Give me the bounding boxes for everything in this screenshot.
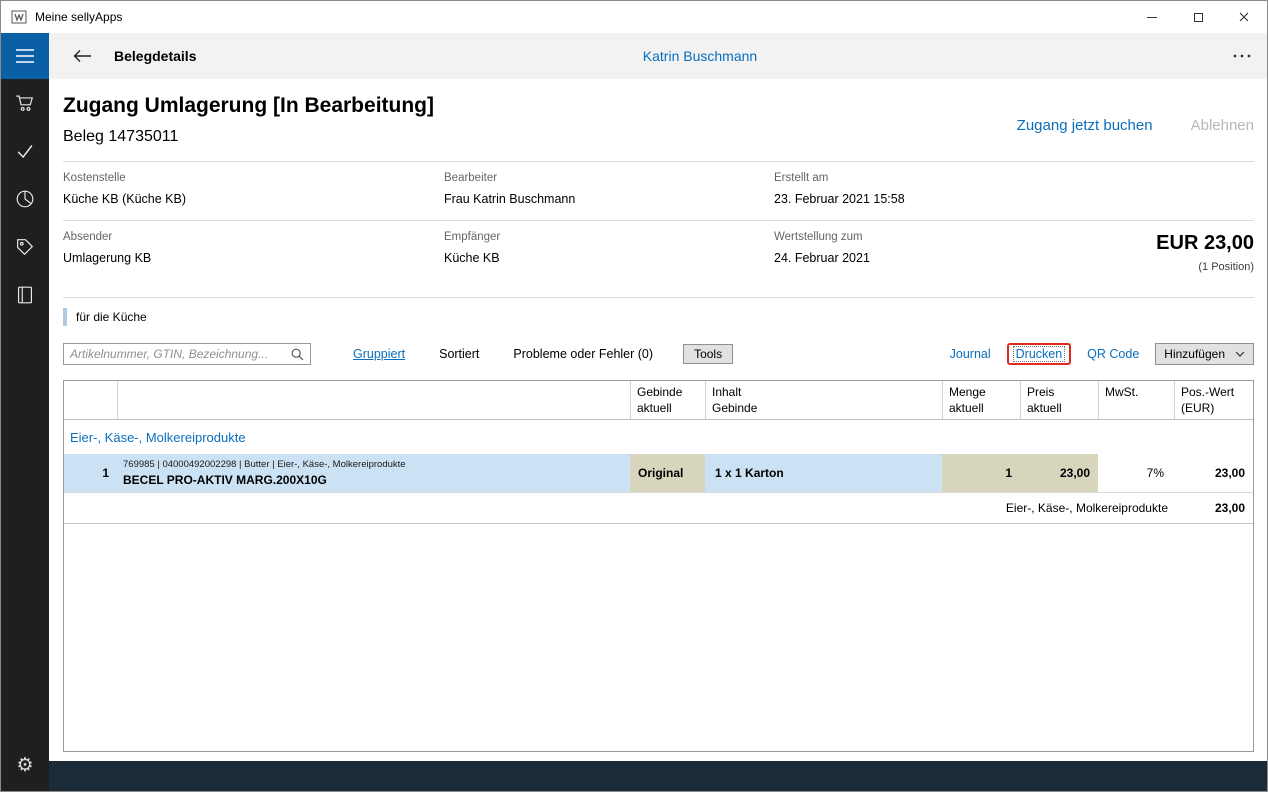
- reject-button[interactable]: Ablehnen: [1191, 117, 1254, 134]
- document-total: EUR 23,00 (1 Position): [1156, 231, 1254, 273]
- info-row-2: Absender Umlagerung KB Empfänger Küche K…: [63, 221, 1254, 297]
- field-absender: Absender Umlagerung KB: [63, 231, 444, 273]
- sidebar-item-approvals[interactable]: [1, 127, 49, 175]
- hamburger-icon: [16, 49, 34, 63]
- field-kostenstelle: Kostenstelle Küche KB (Küche KB): [63, 172, 444, 207]
- sidebar-item-reports[interactable]: [1, 175, 49, 223]
- column-header-poswert: Pos.-Wert (EUR): [1174, 381, 1253, 419]
- group-summary-row: Eier-, Käse-, Molkereiprodukte 23,00: [64, 493, 1253, 524]
- minimize-button[interactable]: [1129, 1, 1175, 33]
- back-arrow-icon: [73, 49, 92, 63]
- app-icon: [11, 9, 27, 25]
- print-link[interactable]: Drucken: [1014, 347, 1065, 361]
- tag-icon: [14, 236, 36, 258]
- tools-button[interactable]: Tools: [683, 344, 733, 364]
- table-header-row: Gebinde aktuell Inhalt Gebinde Menge akt…: [64, 381, 1253, 420]
- row-number: 1: [64, 454, 117, 492]
- maximize-button[interactable]: [1175, 1, 1221, 33]
- settings-button[interactable]: ⚙: [1, 741, 49, 789]
- book-receipt-button[interactable]: Zugang jetzt buchen: [1017, 117, 1153, 134]
- more-icon: [1233, 54, 1251, 58]
- column-header-gebinde: Gebinde aktuell: [630, 381, 705, 419]
- close-button[interactable]: [1221, 1, 1267, 33]
- column-header-article: [117, 381, 630, 419]
- add-button-label: Hinzufügen: [1164, 347, 1225, 361]
- window-title: Meine sellyApps: [35, 10, 122, 24]
- table-row[interactable]: 1 769985 | 04000492002298 | Butter | Eie…: [64, 454, 1253, 493]
- pie-chart-icon: [14, 188, 36, 210]
- column-header-preis: Preis aktuell: [1020, 381, 1098, 419]
- chevron-down-icon: [1235, 351, 1245, 357]
- click-annotation: Drucken: [1007, 343, 1072, 365]
- field-wertstellung: Wertstellung zum 24. Februar 2021: [774, 231, 1156, 273]
- field-erstellt-am: Erstellt am 23. Februar 2021 15:58: [774, 172, 1254, 207]
- window-controls: [1129, 1, 1267, 33]
- table-empty-area: [64, 524, 1253, 751]
- menu-button[interactable]: [1, 33, 49, 79]
- column-header-mwst: MwSt.: [1098, 381, 1174, 419]
- document-title: Zugang Umlagerung [In Bearbeitung]: [63, 93, 434, 118]
- mwst-cell: 7%: [1098, 454, 1174, 492]
- more-button[interactable]: [1233, 54, 1251, 58]
- note-accent-bar: [63, 308, 67, 326]
- positions-table: Gebinde aktuell Inhalt Gebinde Menge akt…: [63, 380, 1254, 752]
- search-icon[interactable]: [291, 348, 304, 361]
- book-icon: [14, 284, 36, 306]
- poswert-cell: 23,00: [1174, 454, 1253, 492]
- add-button[interactable]: Hinzufügen: [1155, 343, 1254, 365]
- total-amount: EUR 23,00: [1156, 231, 1254, 255]
- divider: [63, 297, 1254, 298]
- title-bar: Meine sellyApps: [1, 1, 1267, 33]
- problems-link[interactable]: Probleme oder Fehler (0): [513, 347, 653, 361]
- journal-link[interactable]: Journal: [950, 347, 991, 361]
- sidebar-item-cart[interactable]: [1, 79, 49, 127]
- preis-cell: 23,00: [1020, 454, 1098, 492]
- close-icon: [1239, 12, 1249, 22]
- summary-value: 23,00: [1174, 493, 1253, 523]
- sorted-toggle[interactable]: Sortiert: [439, 347, 479, 361]
- bottom-bar: [49, 761, 1267, 791]
- article-cell: 769985 | 04000492002298 | Butter | Eier-…: [117, 454, 630, 492]
- page-header: Belegdetails Katrin Buschmann: [49, 33, 1267, 79]
- cart-icon: [14, 92, 36, 114]
- article-name: BECEL PRO-AKTIV MARG.200X10G: [123, 473, 327, 487]
- search-input[interactable]: [70, 347, 291, 361]
- info-row-1: Kostenstelle Küche KB (Küche KB) Bearbei…: [63, 162, 1254, 220]
- gear-icon: ⚙: [16, 756, 33, 775]
- gebinde-cell: Original: [630, 454, 705, 492]
- document-number: Beleg 14735011: [63, 127, 434, 146]
- search-box: [63, 343, 311, 365]
- group-header[interactable]: Eier-, Käse-, Molkereiprodukte: [64, 420, 1253, 454]
- user-name[interactable]: Katrin Buschmann: [643, 48, 757, 64]
- note-text: für die Küche: [76, 310, 147, 324]
- items-toolbar: Gruppiert Sortiert Probleme oder Fehler …: [63, 342, 1254, 366]
- maximize-icon: [1194, 13, 1203, 22]
- document-note: für die Küche: [63, 308, 1254, 326]
- page-title: Belegdetails: [114, 48, 196, 64]
- minimize-icon: [1147, 17, 1157, 18]
- position-count: (1 Position): [1156, 261, 1254, 273]
- back-button[interactable]: [73, 49, 92, 63]
- article-meta: 769985 | 04000492002298 | Butter | Eier-…: [123, 459, 406, 470]
- menge-cell: 1: [942, 454, 1020, 492]
- document-title-block: Zugang Umlagerung [In Bearbeitung] Beleg…: [63, 93, 434, 146]
- summary-label: Eier-, Käse-, Molkereiprodukte: [64, 493, 1174, 523]
- grouped-toggle[interactable]: Gruppiert: [353, 347, 405, 361]
- column-header-menge: Menge aktuell: [942, 381, 1020, 419]
- sidebar-item-prices[interactable]: [1, 223, 49, 271]
- main-content: Zugang Umlagerung [In Bearbeitung] Beleg…: [49, 79, 1267, 761]
- column-header-inhalt: Inhalt Gebinde: [705, 381, 942, 419]
- field-empfaenger: Empfänger Küche KB: [444, 231, 774, 273]
- sidebar: ⚙: [1, 33, 49, 791]
- inhalt-cell: 1 x 1 Karton: [705, 454, 942, 492]
- sidebar-item-catalog[interactable]: [1, 271, 49, 319]
- qr-code-link[interactable]: QR Code: [1087, 347, 1139, 361]
- check-icon: [14, 140, 36, 162]
- field-bearbeiter: Bearbeiter Frau Katrin Buschmann: [444, 172, 774, 207]
- app-window: Meine sellyApps: [0, 0, 1268, 792]
- column-header-rownum: [64, 381, 117, 419]
